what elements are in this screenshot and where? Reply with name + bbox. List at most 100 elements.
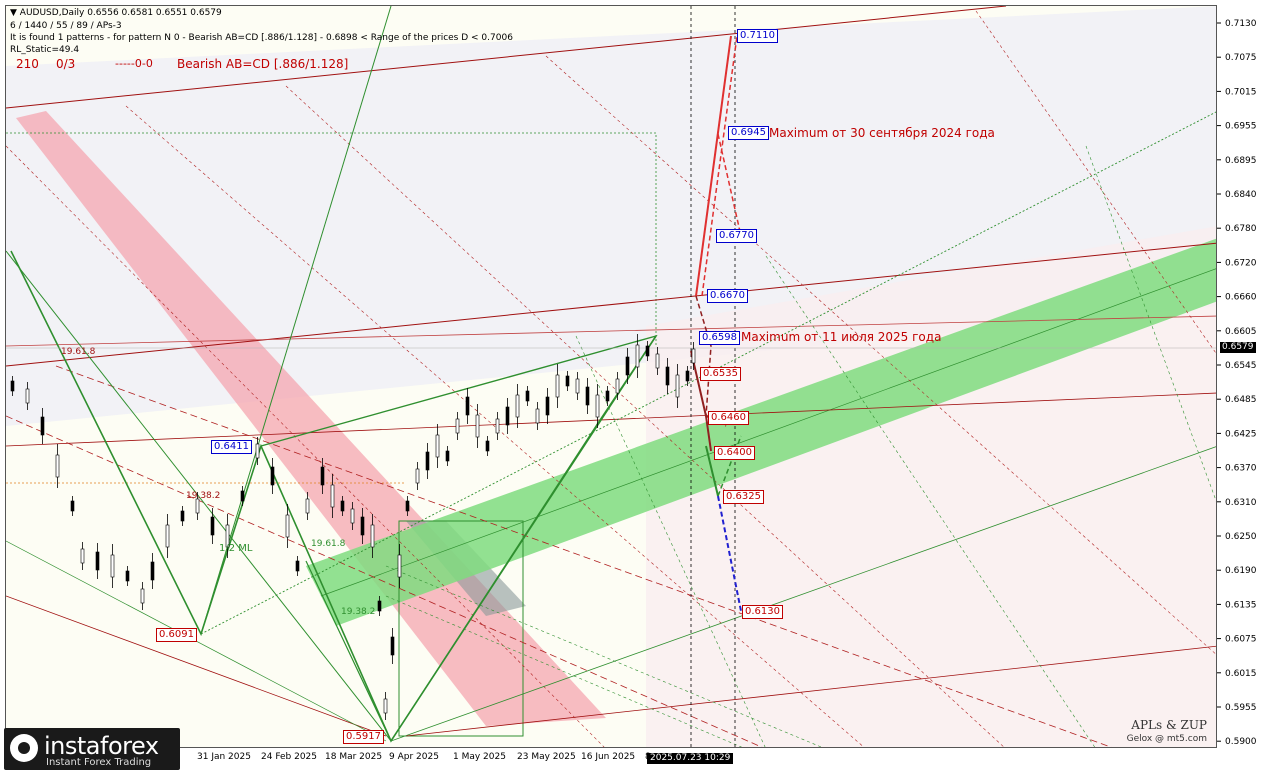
price-tick-label: 0.6780 [1225,224,1257,234]
price-tick-label: 0.6135 [1225,600,1257,610]
signature-title: APLs & ZUP [1131,718,1207,732]
pivot-box[interactable]: 0.6091 [156,628,197,642]
candle-body [515,394,520,418]
candle-body [165,524,170,548]
price-tick-label: 0.5900 [1225,737,1257,747]
annotation-max-2024: Maximum от 30 сентября 2024 года [769,126,995,140]
candle-body [397,554,402,578]
candle-body [655,353,660,369]
candle-body [110,554,115,578]
level-box[interactable]: 0.6535 [700,367,741,381]
candle-body [240,490,245,502]
candle-body [383,698,388,714]
candle-body [645,345,650,357]
level-box[interactable]: 0.7110 [737,29,778,43]
candle-body [125,570,130,582]
logo-name: instaforex [44,732,159,760]
candle-body [340,500,345,512]
candle-body [320,466,325,486]
candle-body [665,366,670,386]
price-tick-label: 0.6955 [1225,122,1257,132]
candle-body [140,588,145,604]
annotation-max-2025: Maximum от 11 июля 2025 года [741,330,942,344]
pivot-box[interactable]: 0.5917 [343,730,384,744]
candle-body [545,396,550,416]
level-box[interactable]: 0.6325 [723,490,764,504]
level-box[interactable]: 0.6460 [708,411,749,425]
candle-body [270,466,275,486]
fib-label: 19.38.2 [341,607,375,617]
candle-body [360,516,365,536]
candle-body [10,380,15,392]
candle-body [150,561,155,581]
counter-3: -----0-0 [115,57,153,70]
time-label: 24 Feb 2025 [261,752,318,762]
candle-body [305,498,310,514]
price-tick-label: 0.6250 [1225,532,1257,542]
candle-body [295,560,300,572]
candle-body [370,524,375,548]
candle-body [95,551,100,571]
price-tick-label: 0.6660 [1225,293,1257,303]
time-label: 23 May 2025 [517,752,576,762]
candle-body [390,636,395,656]
candle-body [535,408,540,424]
price-tick-label: 0.6605 [1225,327,1257,337]
ml-label: 1/2 ML [219,543,253,554]
instaforex-logo: instaforex Instant Forex Trading [4,728,180,770]
price-tick-label: 0.6545 [1225,361,1257,371]
candle-body [255,443,260,459]
price-axis[interactable]: 0.7130 0.7075 0.7015 0.6955 0.6895 0.6840 0.67… [1217,5,1263,748]
current-price-marker: 0.6579 [1220,342,1256,353]
time-label: 1 May 2025 [453,752,506,762]
candle-body [595,394,600,418]
candle-body [691,348,696,364]
candle-body [435,434,440,458]
price-tick-label: 0.6075 [1225,635,1257,645]
time-label: 16 Jun 2025 [581,752,636,762]
red-line-4 [6,595,387,737]
pivot-box[interactable]: 0.6411 [211,440,252,454]
pattern-line: It is found 1 patterns - for pattern N 0… [10,33,513,43]
candle-body [415,468,420,484]
price-tick-label: 0.6720 [1225,258,1257,268]
level-box[interactable]: 0.6770 [716,229,757,243]
level-box[interactable]: 0.6598 [699,331,740,345]
candle-body [195,498,200,514]
signature-sub: Gelox @ mt5.com [1126,734,1207,744]
logo-tagline: Instant Forex Trading [46,757,152,768]
price-tick-label: 0.6370 [1225,464,1257,474]
counter-2: 0/3 [56,57,76,71]
candle-body [350,508,355,524]
time-label: 31 Jan 2025 [197,752,251,762]
price-tick-label: 0.6895 [1225,156,1257,166]
candle-body [55,454,60,478]
static-line: RL_Static=49.4 [10,45,80,55]
candle-body [625,356,630,376]
candle-body [285,514,290,538]
price-tick-label: 0.7130 [1225,19,1257,29]
candle-body [70,500,75,512]
candle-body [525,390,530,402]
level-box[interactable]: 0.6400 [714,446,755,460]
pattern-name: Bearish AB=CD [.886/1.128] [177,57,349,71]
candle-body [405,500,410,512]
candle-body [605,390,610,402]
chart-window[interactable]: 19.61.8 19.38.2 19.61.8 19.38.2 1/2 ML ▼… [0,0,1263,773]
price-tick-label: 0.6425 [1225,429,1257,439]
params-line: 6 / 1440 / 55 / 89 / APs-3 [10,21,122,31]
candle-body [425,451,430,471]
candle-body [685,370,690,382]
candle-body [455,418,460,434]
logo-icon [10,734,38,762]
price-tick-label: 0.6485 [1225,395,1257,405]
candle-body [40,416,45,436]
candle-body [565,375,570,387]
candle-body [80,548,85,564]
candle-body [615,378,620,394]
level-box[interactable]: 0.6130 [742,605,783,619]
candle-body [445,450,450,462]
level-box[interactable]: 0.6670 [707,289,748,303]
candle-body [675,374,680,398]
level-box[interactable]: 0.6945 [728,126,769,140]
